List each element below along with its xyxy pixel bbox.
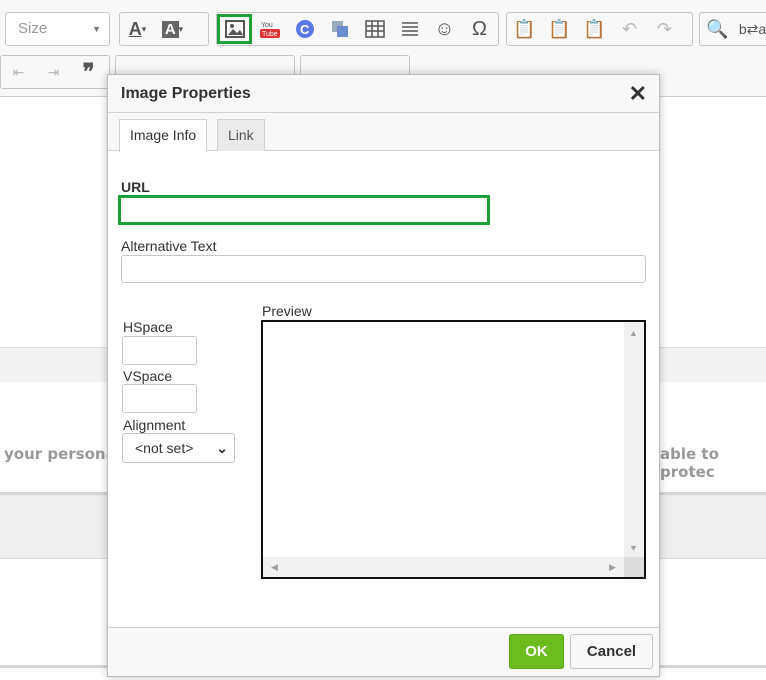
url-label: URL <box>121 179 150 195</box>
blockquote-button[interactable]: ❞ <box>71 57 106 87</box>
table-icon <box>364 20 385 38</box>
smiley-icon: ☺ <box>434 17 455 40</box>
horizontal-line-button[interactable] <box>392 14 427 44</box>
image-icon <box>224 20 245 38</box>
vspace-input[interactable] <box>122 384 197 413</box>
dialog-tabs: Image Info Link <box>108 113 659 152</box>
alignment-select[interactable]: <not set> ⌄ <box>122 433 235 463</box>
cancel-button[interactable]: Cancel <box>570 634 653 669</box>
scroll-down-icon[interactable]: ▼ <box>629 543 638 553</box>
tab-image-info[interactable]: Image Info <box>119 119 208 152</box>
search-icon: 🔍 <box>706 18 729 39</box>
svg-text:C: C <box>300 22 310 37</box>
indent-button[interactable]: ⇥ <box>36 57 71 87</box>
preview-pane: ▲ ▼ ◀ ▶ <box>261 320 646 579</box>
copyright-icon: C <box>295 20 314 38</box>
bg-color-icon: A <box>161 20 179 38</box>
tab-label: Image Info <box>130 127 197 143</box>
iframe-button[interactable] <box>322 14 357 44</box>
redo-button[interactable]: ↷ <box>647 14 682 44</box>
horizontal-line-icon <box>401 22 418 36</box>
iframe-icon <box>331 21 348 37</box>
scrollbar-corner <box>624 557 644 577</box>
undo-icon: ↶ <box>621 18 638 39</box>
background-text-left: your persona <box>4 445 116 463</box>
hspace-label: HSpace <box>123 319 173 335</box>
replace-button[interactable]: b⇄a <box>735 14 766 44</box>
scroll-left-icon[interactable]: ◀ <box>271 562 278 573</box>
paste-button[interactable]: 📋 <box>507 14 542 44</box>
close-icon[interactable]: ✕ <box>629 81 647 107</box>
font-color-icon: A <box>128 18 142 39</box>
preview-label: Preview <box>262 303 312 319</box>
youtube-button[interactable]: You Tube <box>252 14 287 44</box>
scroll-up-icon[interactable]: ▲ <box>629 328 638 338</box>
image-properties-dialog: Image Properties ✕ Image Info Link URL A… <box>107 74 660 677</box>
color-group: A ▾ A ▾ <box>119 12 209 46</box>
outdent-icon: ⇤ <box>12 63 25 80</box>
outdent-button[interactable]: ⇤ <box>1 57 36 87</box>
dialog-titlebar: Image Properties ✕ <box>108 75 659 113</box>
vspace-label: VSpace <box>123 368 173 384</box>
svg-text:Tube: Tube <box>262 31 278 38</box>
paste-word-icon: 📋 <box>583 18 606 39</box>
smiley-button[interactable]: ☺ <box>427 14 462 44</box>
tab-link[interactable]: Link <box>217 119 265 151</box>
paste-text-button[interactable]: 📋 <box>542 14 577 44</box>
replace-icon: b⇄a <box>738 20 766 37</box>
alignment-value: <not set> <box>135 440 194 456</box>
horizontal-scrollbar[interactable]: ◀ ▶ <box>263 557 624 577</box>
paste-text-icon: 📋 <box>548 18 571 39</box>
paste-icon: 📋 <box>513 18 536 39</box>
undo-button[interactable]: ↶ <box>612 14 647 44</box>
hspace-input[interactable] <box>122 336 197 365</box>
insert-group: You Tube C ☺ Ω <box>216 12 499 46</box>
tab-label: Link <box>228 127 254 143</box>
chevron-down-icon: ⌄ <box>216 440 228 456</box>
indent-group: ⇤ ⇥ ❞ <box>0 55 110 89</box>
image-button[interactable] <box>217 14 252 44</box>
table-button[interactable] <box>357 14 392 44</box>
indent-icon: ⇥ <box>47 63 60 80</box>
svg-text:You: You <box>261 22 273 29</box>
find-group: 🔍 b⇄a <box>699 12 766 46</box>
quote-icon: ❞ <box>82 59 95 84</box>
code-snippet-button[interactable]: C <box>287 14 322 44</box>
redo-icon: ↷ <box>656 18 673 39</box>
alt-text-label: Alternative Text <box>121 238 217 254</box>
font-color-button[interactable]: A ▾ <box>120 14 155 44</box>
youtube-icon: You Tube <box>259 22 280 38</box>
paste-word-button[interactable]: 📋 <box>577 14 612 44</box>
font-size-combo[interactable]: Size ▼ <box>5 12 110 46</box>
background-text-right: able to protec <box>660 445 719 481</box>
url-input[interactable] <box>118 195 490 225</box>
omega-icon: Ω <box>472 17 487 40</box>
scroll-right-icon[interactable]: ▶ <box>609 562 616 573</box>
special-char-button[interactable]: Ω <box>462 14 497 44</box>
bg-color-button[interactable]: A ▾ <box>155 14 190 44</box>
dialog-title: Image Properties <box>121 85 251 102</box>
vertical-scrollbar[interactable]: ▲ ▼ <box>624 322 644 559</box>
dialog-footer: OK Cancel <box>108 627 659 676</box>
ok-button[interactable]: OK <box>509 634 564 669</box>
alt-text-input[interactable] <box>121 255 646 283</box>
find-button[interactable]: 🔍 <box>700 14 735 44</box>
alignment-label: Alignment <box>123 417 186 433</box>
chevron-down-icon: ▼ <box>92 24 101 34</box>
font-size-label: Size <box>18 20 48 37</box>
clipboard-group: 📋 📋 📋 ↶ ↷ <box>506 12 693 46</box>
